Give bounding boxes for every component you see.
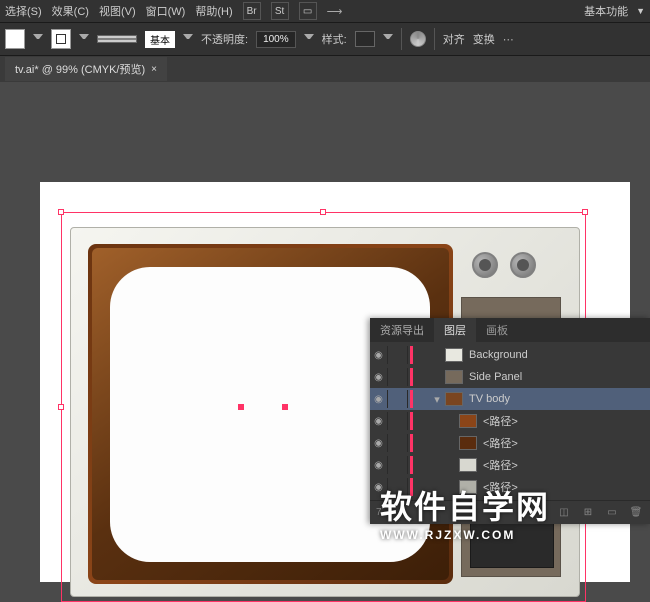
align-button[interactable]: 对齐 xyxy=(443,31,465,47)
panel-tab-layers[interactable]: 图层 xyxy=(434,318,476,342)
layer-list: ◉ Background ◉ Side Panel ◉ xyxy=(370,342,650,500)
panel-tab-artboards[interactable]: 画板 xyxy=(476,318,518,342)
stock-icon[interactable]: St xyxy=(271,2,289,20)
layer-color-strip xyxy=(410,478,413,496)
layer-color-strip xyxy=(410,456,413,474)
layer-color-strip xyxy=(410,412,413,430)
layer-thumbnail xyxy=(459,480,477,494)
lock-toggle[interactable] xyxy=(390,456,408,474)
canvas[interactable]: 资源导出 图层 画板 ◉ Background ◉ Side Pane xyxy=(0,82,650,557)
trash-icon[interactable]: 🗑 xyxy=(628,505,644,521)
layer-color-strip xyxy=(410,368,413,386)
layer-row[interactable]: ◉ Background xyxy=(370,344,650,366)
bridge-icon[interactable]: Br xyxy=(243,2,261,20)
layer-row[interactable]: ◉ <路径> xyxy=(370,410,650,432)
opacity-label: 不透明度: xyxy=(201,31,248,47)
visibility-toggle-icon[interactable]: ◉ xyxy=(370,412,388,430)
arrange-icon[interactable]: ▭ xyxy=(299,2,317,20)
menu-select[interactable]: 选择(S) xyxy=(5,3,42,19)
center-mark xyxy=(282,404,288,410)
chevron-down-icon[interactable]: ▼ xyxy=(636,6,645,16)
stroke-dropdown-icon[interactable] xyxy=(79,34,89,44)
visibility-toggle-icon[interactable]: ◉ xyxy=(370,368,388,386)
document-tab-bar: tv.ai* @ 99% (CMYK/预览) × xyxy=(0,56,650,82)
fill-swatch[interactable] xyxy=(5,29,25,49)
layer-thumbnail xyxy=(459,458,477,472)
center-mark xyxy=(238,404,244,410)
layer-color-strip xyxy=(410,390,413,408)
separator xyxy=(401,28,402,50)
layers-panel: 资源导出 图层 画板 ◉ Background ◉ Side Pane xyxy=(370,318,650,524)
opacity-value[interactable]: 100% xyxy=(256,31,296,48)
document-tab[interactable]: tv.ai* @ 99% (CMYK/预览) × xyxy=(5,57,167,81)
visibility-toggle-icon[interactable]: ◉ xyxy=(370,346,388,364)
layer-count: 7 xyxy=(376,507,382,518)
more-icon[interactable]: ⋯ xyxy=(503,33,514,46)
close-icon[interactable]: × xyxy=(151,64,157,75)
doc-setup-icon[interactable]: ⟶ xyxy=(327,5,343,18)
selection-handle[interactable] xyxy=(58,404,64,410)
layer-thumbnail xyxy=(445,348,463,362)
layer-thumbnail xyxy=(445,370,463,384)
locate-icon[interactable]: ⌖ xyxy=(532,505,548,521)
visibility-toggle-icon[interactable]: ◉ xyxy=(370,390,388,408)
lock-toggle[interactable] xyxy=(390,434,408,452)
layer-name[interactable]: <路径> xyxy=(479,435,650,451)
visibility-toggle-icon[interactable]: ◉ xyxy=(370,478,388,496)
layer-row[interactable]: ◉ <路径> xyxy=(370,476,650,498)
visibility-toggle-icon[interactable]: ◉ xyxy=(370,456,388,474)
layer-row[interactable]: ◉ Side Panel xyxy=(370,366,650,388)
layer-color-strip xyxy=(410,434,413,452)
stroke-type-label[interactable]: 基本 xyxy=(145,31,175,48)
layer-name[interactable]: TV body xyxy=(465,393,650,405)
lock-toggle[interactable] xyxy=(390,368,408,386)
panel-footer: 7 ⌖ ◫ ⊞ ▭ 🗑 xyxy=(370,500,650,524)
control-toolbar: 基本 不透明度: 100% 样式: 对齐 变换 ⋯ xyxy=(0,22,650,56)
new-sublayer-icon[interactable]: ⊞ xyxy=(580,505,596,521)
layer-row[interactable]: ◉ <路径> xyxy=(370,432,650,454)
menu-effect[interactable]: 效果(C) xyxy=(52,3,89,19)
layer-row[interactable]: ◉ <路径> xyxy=(370,454,650,476)
style-label: 样式: xyxy=(322,31,347,47)
layer-thumbnail xyxy=(459,414,477,428)
stroke-profile[interactable] xyxy=(97,35,137,43)
separator xyxy=(434,28,435,50)
expand-icon[interactable]: ▾ xyxy=(431,393,443,406)
recolor-icon[interactable] xyxy=(410,31,426,47)
layer-row[interactable]: ◉ ▾ TV body xyxy=(370,388,650,410)
transform-button[interactable]: 变换 xyxy=(473,31,495,47)
selection-handle[interactable] xyxy=(320,209,326,215)
stroke-swatch[interactable] xyxy=(51,29,71,49)
layer-thumbnail xyxy=(459,436,477,450)
menu-bar: 选择(S) 效果(C) 视图(V) 窗口(W) 帮助(H) Br St ▭ ⟶ … xyxy=(0,0,650,22)
document-tab-label: tv.ai* @ 99% (CMYK/预览) xyxy=(15,61,145,77)
layer-name[interactable]: Background xyxy=(465,349,650,361)
panel-tab-export[interactable]: 资源导出 xyxy=(370,318,434,342)
layer-name[interactable]: <路径> xyxy=(479,479,650,495)
lock-toggle[interactable] xyxy=(390,390,408,408)
workspace-switcher[interactable]: 基本功能 xyxy=(584,3,628,19)
visibility-toggle-icon[interactable]: ◉ xyxy=(370,434,388,452)
new-layer-icon[interactable]: ▭ xyxy=(604,505,620,521)
lock-toggle[interactable] xyxy=(390,478,408,496)
layer-thumbnail xyxy=(445,392,463,406)
layer-name[interactable]: Side Panel xyxy=(465,371,650,383)
clip-mask-icon[interactable]: ◫ xyxy=(556,505,572,521)
menu-help[interactable]: 帮助(H) xyxy=(195,3,232,19)
layer-name[interactable]: <路径> xyxy=(479,413,650,429)
lock-toggle[interactable] xyxy=(390,346,408,364)
menu-window[interactable]: 窗口(W) xyxy=(146,3,186,19)
lock-toggle[interactable] xyxy=(390,412,408,430)
selection-handle[interactable] xyxy=(582,209,588,215)
stroke-type-dropdown-icon[interactable] xyxy=(183,34,193,44)
selection-handle[interactable] xyxy=(58,209,64,215)
style-dropdown-icon[interactable] xyxy=(383,34,393,44)
layer-name[interactable]: <路径> xyxy=(479,457,650,473)
fill-dropdown-icon[interactable] xyxy=(33,34,43,44)
opacity-dropdown-icon[interactable] xyxy=(304,34,314,44)
layer-color-strip xyxy=(410,346,413,364)
style-swatch[interactable] xyxy=(355,31,375,47)
menu-view[interactable]: 视图(V) xyxy=(99,3,136,19)
panel-tab-strip: 资源导出 图层 画板 xyxy=(370,318,650,342)
